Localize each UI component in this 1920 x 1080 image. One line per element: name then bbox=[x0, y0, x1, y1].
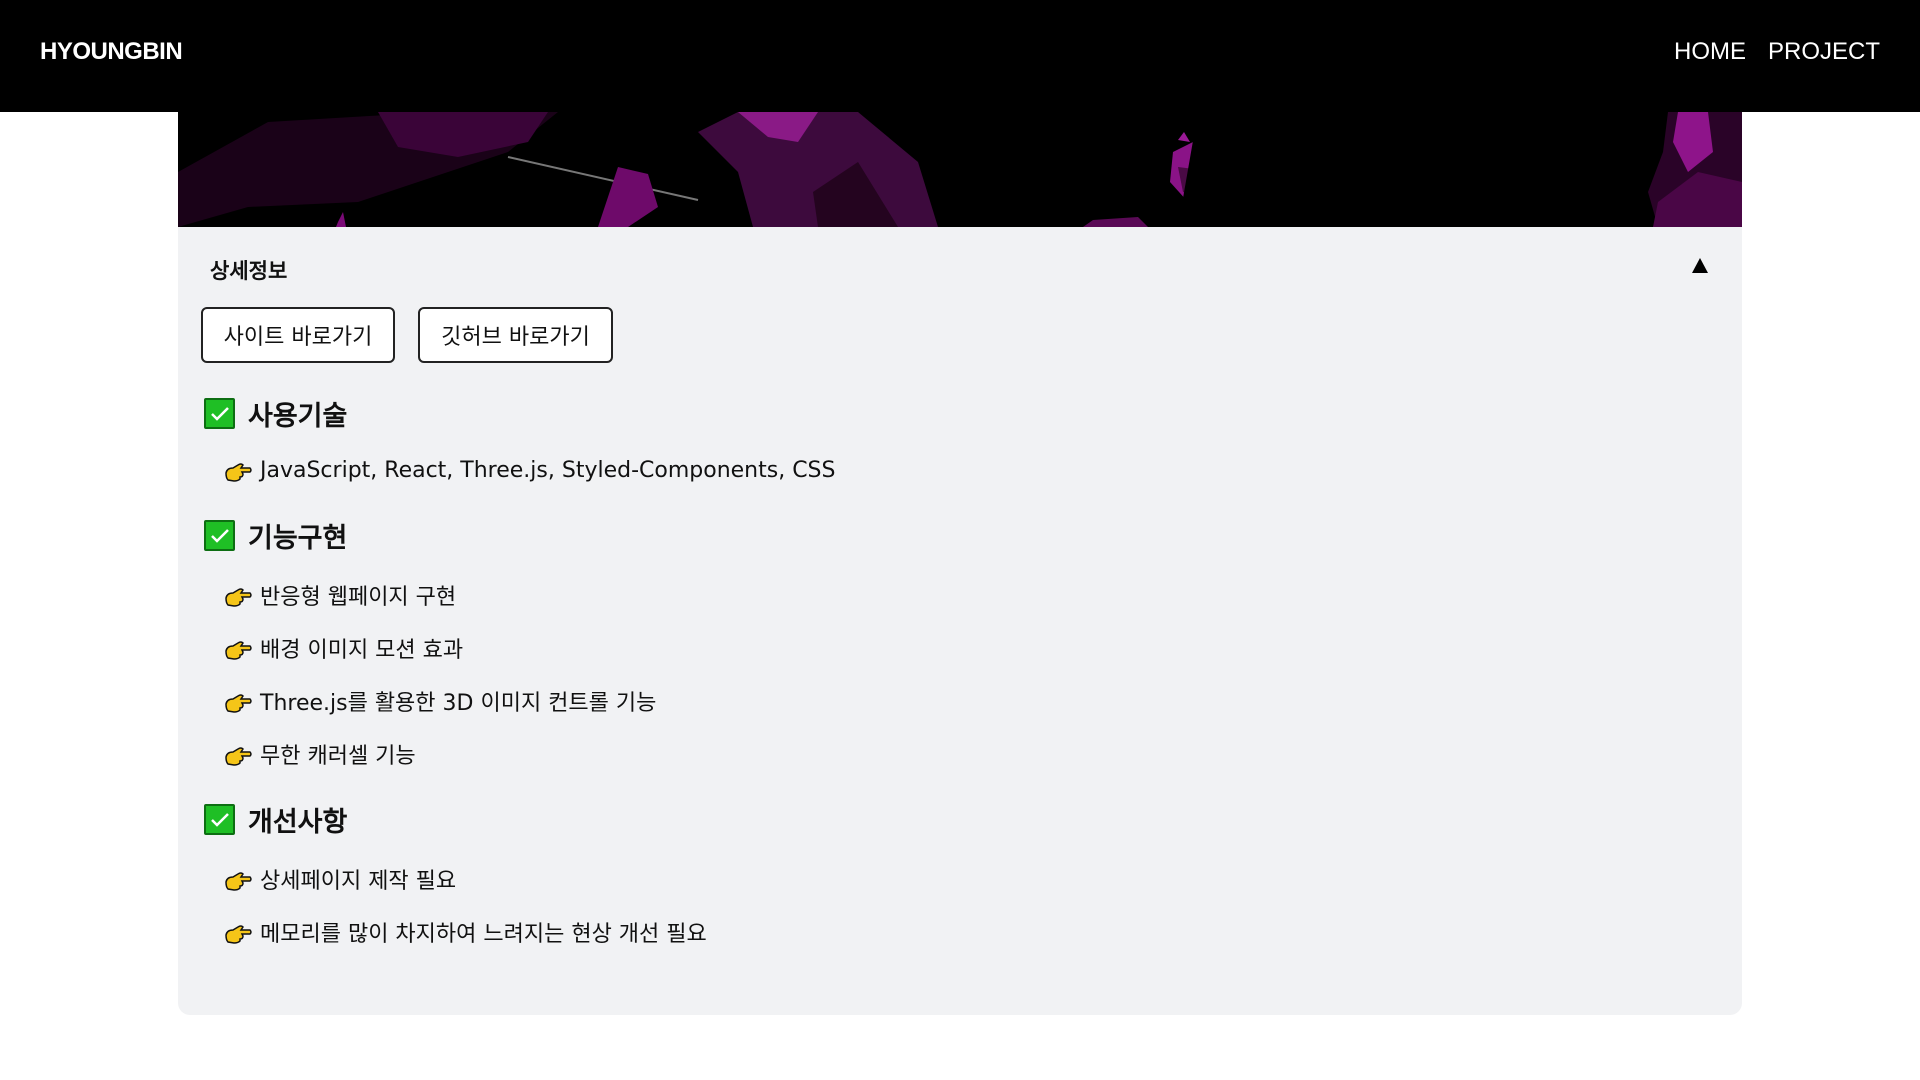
pointing-hand-icon bbox=[225, 588, 252, 607]
checkmark-icon bbox=[204, 398, 235, 429]
pointing-hand-icon bbox=[225, 694, 252, 713]
site-logo-text[interactable]: HYOUNGBIN bbox=[40, 38, 183, 66]
triangle-up-icon[interactable] bbox=[1688, 253, 1712, 277]
section-header-tech: 사용기술 bbox=[204, 394, 347, 433]
section-title: 개선사항 bbox=[248, 807, 348, 838]
section-title: 사용기술 bbox=[248, 401, 348, 432]
section-title: 기능구현 bbox=[248, 523, 348, 554]
site-link-button[interactable]: 사이트 바로가기 bbox=[201, 307, 395, 363]
list-item-text: 반응형 웹페이지 구현 bbox=[260, 585, 457, 610]
pointing-hand-icon bbox=[225, 463, 252, 482]
top-navigation-bar: HYOUNGBIN HOME PROJECT bbox=[0, 0, 1920, 112]
list-item: Three.js를 활용한 3D 이미지 컨트롤 기능 bbox=[224, 685, 656, 717]
project-detail-panel: 상세정보 사이트 바로가기 깃허브 바로가기 사용기술 JavaScript, … bbox=[178, 227, 1742, 1015]
list-item: 배경 이미지 모션 효과 bbox=[224, 632, 463, 664]
project-preview-image bbox=[178, 112, 1742, 227]
pointing-hand-icon bbox=[225, 925, 252, 944]
list-item: 메모리를 많이 차지하여 느려지는 현상 개선 필요 bbox=[224, 916, 707, 948]
pointing-hand-icon bbox=[225, 641, 252, 660]
list-item: JavaScript, React, Three.js, Styled-Comp… bbox=[224, 457, 835, 483]
list-item-text: 메모리를 많이 차지하여 느려지는 현상 개선 필요 bbox=[260, 922, 707, 947]
list-item: 상세페이지 제작 필요 bbox=[224, 863, 456, 895]
section-header-features: 기능구현 bbox=[204, 516, 347, 555]
list-item-text: 상세페이지 제작 필요 bbox=[260, 869, 457, 894]
nav-home-link[interactable]: HOME bbox=[1674, 38, 1746, 66]
panel-title: 상세정보 bbox=[210, 259, 288, 283]
checkmark-icon bbox=[204, 804, 235, 835]
list-item-text: Three.js를 활용한 3D 이미지 컨트롤 기능 bbox=[260, 691, 657, 716]
list-item: 반응형 웹페이지 구현 bbox=[224, 579, 456, 611]
pointing-hand-icon bbox=[225, 747, 252, 766]
checkmark-icon bbox=[204, 520, 235, 551]
section-header-improvements: 개선사항 bbox=[204, 800, 347, 839]
main-nav: HOME PROJECT bbox=[1674, 38, 1880, 66]
nav-project-link[interactable]: PROJECT bbox=[1768, 38, 1880, 66]
list-item-text: 배경 이미지 모션 효과 bbox=[260, 638, 464, 663]
list-item-text: JavaScript, React, Three.js, Styled-Comp… bbox=[260, 457, 836, 483]
list-item: 무한 캐러셀 기능 bbox=[224, 738, 416, 770]
pointing-hand-icon bbox=[225, 872, 252, 891]
github-link-button[interactable]: 깃허브 바로가기 bbox=[418, 307, 613, 363]
list-item-text: 무한 캐러셀 기능 bbox=[260, 744, 416, 769]
